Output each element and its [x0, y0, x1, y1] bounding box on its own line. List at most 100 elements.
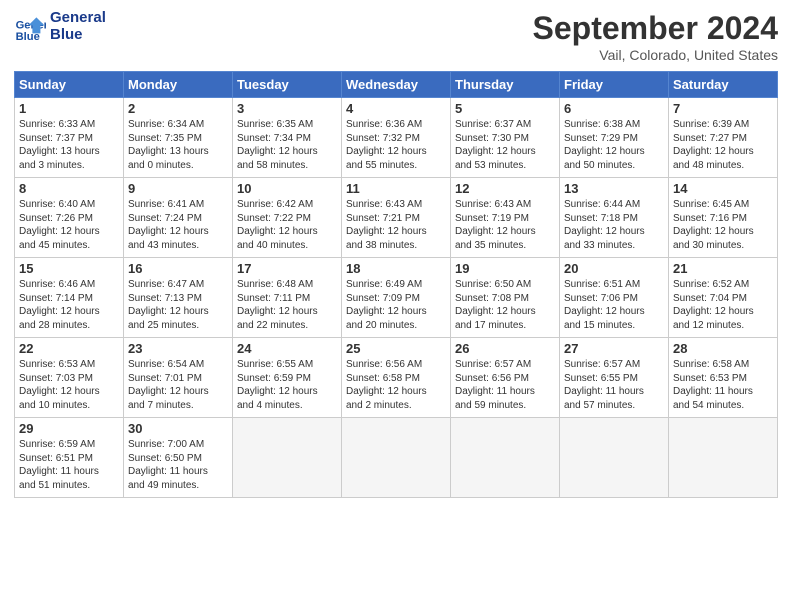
day-info: Sunrise: 6:42 AM Sunset: 7:22 PM Dayligh… [237, 198, 337, 252]
day-info: Sunrise: 6:53 AM Sunset: 7:03 PM Dayligh… [19, 358, 119, 412]
day-number: 22 [19, 341, 119, 356]
calendar-cell: 24 Sunrise: 6:55 AM Sunset: 6:59 PM Dayli… [233, 338, 342, 418]
day-info: Sunrise: 6:47 AM Sunset: 7:13 PM Dayligh… [128, 278, 228, 332]
weekday-thursday: Thursday [451, 72, 560, 98]
week-row-2: 8 Sunrise: 6:40 AM Sunset: 7:26 PM Daylig… [15, 178, 778, 258]
day-number: 17 [237, 261, 337, 276]
day-number: 2 [128, 101, 228, 116]
day-info: Sunrise: 6:49 AM Sunset: 7:09 PM Dayligh… [346, 278, 446, 332]
day-number: 7 [673, 101, 773, 116]
day-number: 10 [237, 181, 337, 196]
day-number: 6 [564, 101, 664, 116]
calendar-cell: 12 Sunrise: 6:43 AM Sunset: 7:19 PM Dayli… [451, 178, 560, 258]
weekday-tuesday: Tuesday [233, 72, 342, 98]
calendar-cell: 7 Sunrise: 6:39 AM Sunset: 7:27 PM Daylig… [669, 98, 778, 178]
day-info: Sunrise: 6:36 AM Sunset: 7:32 PM Dayligh… [346, 118, 446, 172]
day-number: 5 [455, 101, 555, 116]
calendar-cell: 27 Sunrise: 6:57 AM Sunset: 6:55 PM Dayli… [560, 338, 669, 418]
weekday-saturday: Saturday [669, 72, 778, 98]
location: Vail, Colorado, United States [533, 47, 778, 63]
day-info: Sunrise: 6:39 AM Sunset: 7:27 PM Dayligh… [673, 118, 773, 172]
calendar-cell: 15 Sunrise: 6:46 AM Sunset: 7:14 PM Dayli… [15, 258, 124, 338]
calendar-cell: 5 Sunrise: 6:37 AM Sunset: 7:30 PM Daylig… [451, 98, 560, 178]
day-number: 14 [673, 181, 773, 196]
day-info: Sunrise: 6:43 AM Sunset: 7:21 PM Dayligh… [346, 198, 446, 252]
calendar-cell: 16Sunrise: 6:47 AM Sunset: 7:13 PM Dayli… [124, 258, 233, 338]
day-number: 28 [673, 341, 773, 356]
calendar-cell: 2Sunrise: 6:34 AM Sunset: 7:35 PM Daylig… [124, 98, 233, 178]
day-info: Sunrise: 6:57 AM Sunset: 6:56 PM Dayligh… [455, 358, 555, 412]
day-info: Sunrise: 7:00 AM Sunset: 6:50 PM Dayligh… [128, 438, 228, 492]
calendar-cell: 17Sunrise: 6:48 AM Sunset: 7:11 PM Dayli… [233, 258, 342, 338]
day-number: 24 [237, 341, 337, 356]
calendar-cell: 18Sunrise: 6:49 AM Sunset: 7:09 PM Dayli… [342, 258, 451, 338]
calendar-cell: 28 Sunrise: 6:58 AM Sunset: 6:53 PM Dayli… [669, 338, 778, 418]
calendar-cell: 6 Sunrise: 6:38 AM Sunset: 7:29 PM Daylig… [560, 98, 669, 178]
calendar-body: 1 Sunrise: 6:33 AM Sunset: 7:37 PM Daylig… [15, 98, 778, 498]
day-number: 21 [673, 261, 773, 276]
calendar-cell: 9Sunrise: 6:41 AM Sunset: 7:24 PM Daylig… [124, 178, 233, 258]
day-info: Sunrise: 6:58 AM Sunset: 6:53 PM Dayligh… [673, 358, 773, 412]
day-number: 12 [455, 181, 555, 196]
day-info: Sunrise: 6:43 AM Sunset: 7:19 PM Dayligh… [455, 198, 555, 252]
day-info: Sunrise: 6:51 AM Sunset: 7:06 PM Dayligh… [564, 278, 664, 332]
day-info: Sunrise: 6:50 AM Sunset: 7:08 PM Dayligh… [455, 278, 555, 332]
day-info: Sunrise: 6:46 AM Sunset: 7:14 PM Dayligh… [19, 278, 119, 332]
day-number: 25 [346, 341, 446, 356]
logo: General Blue General Blue [14, 10, 106, 43]
day-number: 19 [455, 261, 555, 276]
calendar-cell: 20Sunrise: 6:51 AM Sunset: 7:06 PM Dayli… [560, 258, 669, 338]
calendar-cell: 30 Sunrise: 7:00 AM Sunset: 6:50 PM Dayli… [124, 418, 233, 498]
calendar-cell: 4Sunrise: 6:36 AM Sunset: 7:32 PM Daylig… [342, 98, 451, 178]
day-info: Sunrise: 6:44 AM Sunset: 7:18 PM Dayligh… [564, 198, 664, 252]
calendar-cell: 29 Sunrise: 6:59 AM Sunset: 6:51 PM Dayli… [15, 418, 124, 498]
calendar-cell: 26 Sunrise: 6:57 AM Sunset: 6:56 PM Dayli… [451, 338, 560, 418]
logo-line2: Blue [50, 27, 106, 44]
calendar-cell: 23Sunrise: 6:54 AM Sunset: 7:01 PM Dayli… [124, 338, 233, 418]
day-number: 1 [19, 101, 119, 116]
day-number: 29 [19, 421, 119, 436]
calendar-cell [233, 418, 342, 498]
day-info: Sunrise: 6:33 AM Sunset: 7:37 PM Dayligh… [19, 118, 119, 172]
calendar-cell: 13 Sunrise: 6:44 AM Sunset: 7:18 PM Dayli… [560, 178, 669, 258]
day-number: 26 [455, 341, 555, 356]
week-row-1: 1 Sunrise: 6:33 AM Sunset: 7:37 PM Daylig… [15, 98, 778, 178]
week-row-4: 22 Sunrise: 6:53 AM Sunset: 7:03 PM Dayli… [15, 338, 778, 418]
week-row-3: 15 Sunrise: 6:46 AM Sunset: 7:14 PM Dayli… [15, 258, 778, 338]
calendar-cell: 19 Sunrise: 6:50 AM Sunset: 7:08 PM Dayli… [451, 258, 560, 338]
day-number: 9 [128, 181, 228, 196]
day-number: 8 [19, 181, 119, 196]
logo-line1: General [50, 10, 106, 27]
calendar-cell: 3Sunrise: 6:35 AM Sunset: 7:34 PM Daylig… [233, 98, 342, 178]
calendar-cell [342, 418, 451, 498]
day-number: 15 [19, 261, 119, 276]
week-row-5: 29 Sunrise: 6:59 AM Sunset: 6:51 PM Dayli… [15, 418, 778, 498]
calendar-table: SundayMondayTuesdayWednesdayThursdayFrid… [14, 71, 778, 498]
calendar-cell: 25Sunrise: 6:56 AM Sunset: 6:58 PM Dayli… [342, 338, 451, 418]
day-info: Sunrise: 6:55 AM Sunset: 6:59 PM Dayligh… [237, 358, 337, 412]
day-number: 27 [564, 341, 664, 356]
calendar-cell [560, 418, 669, 498]
calendar-cell: 14 Sunrise: 6:45 AM Sunset: 7:16 PM Dayli… [669, 178, 778, 258]
day-info: Sunrise: 6:38 AM Sunset: 7:29 PM Dayligh… [564, 118, 664, 172]
day-number: 30 [128, 421, 228, 436]
weekday-monday: Monday [124, 72, 233, 98]
day-number: 13 [564, 181, 664, 196]
weekday-friday: Friday [560, 72, 669, 98]
calendar-cell [451, 418, 560, 498]
day-info: Sunrise: 6:57 AM Sunset: 6:55 PM Dayligh… [564, 358, 664, 412]
day-info: Sunrise: 6:40 AM Sunset: 7:26 PM Dayligh… [19, 198, 119, 252]
calendar-cell: 8 Sunrise: 6:40 AM Sunset: 7:26 PM Daylig… [15, 178, 124, 258]
day-number: 3 [237, 101, 337, 116]
calendar-cell: 11Sunrise: 6:43 AM Sunset: 7:21 PM Dayli… [342, 178, 451, 258]
calendar-cell: 1 Sunrise: 6:33 AM Sunset: 7:37 PM Daylig… [15, 98, 124, 178]
weekday-wednesday: Wednesday [342, 72, 451, 98]
svg-text:General: General [16, 19, 46, 31]
month-title: September 2024 [533, 10, 778, 47]
day-info: Sunrise: 6:45 AM Sunset: 7:16 PM Dayligh… [673, 198, 773, 252]
day-info: Sunrise: 6:37 AM Sunset: 7:30 PM Dayligh… [455, 118, 555, 172]
weekday-sunday: Sunday [15, 72, 124, 98]
day-info: Sunrise: 6:59 AM Sunset: 6:51 PM Dayligh… [19, 438, 119, 492]
day-number: 23 [128, 341, 228, 356]
day-info: Sunrise: 6:52 AM Sunset: 7:04 PM Dayligh… [673, 278, 773, 332]
